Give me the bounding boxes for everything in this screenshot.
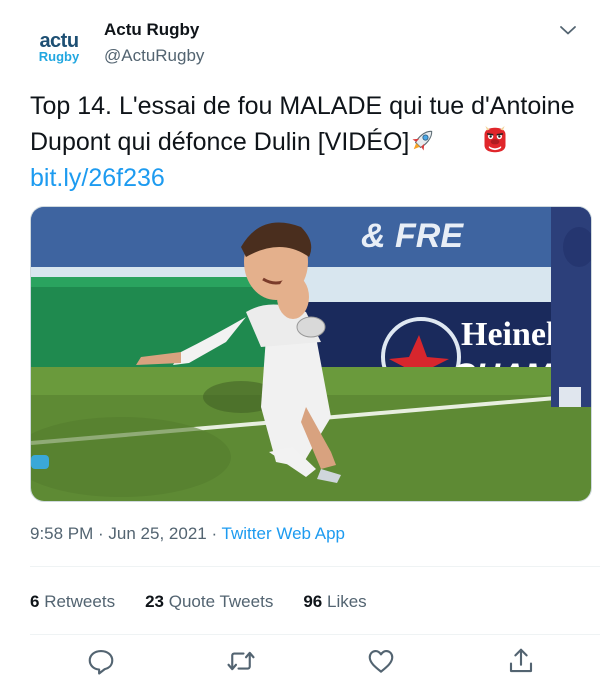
tweet-source[interactable]: Twitter Web App [222, 524, 345, 543]
rocket-emoji [412, 130, 433, 151]
retweets-stat[interactable]: 6 Retweets [30, 592, 115, 612]
avatar[interactable]: actu Rugby [30, 18, 88, 76]
tweet-link[interactable]: bit.ly/26f236 [30, 164, 165, 192]
quote-tweets-stat[interactable]: 23 Quote Tweets [145, 592, 273, 612]
sponsor-text-1: Heinel [461, 316, 555, 353]
avatar-logo-text-bottom: Rugby [38, 49, 80, 64]
likes-count: 96 [303, 592, 323, 611]
banner-text: & FRE [361, 217, 464, 255]
quotes-count: 23 [145, 592, 164, 611]
meta-separator-2: · [206, 524, 222, 543]
author-names: Actu Rugby @ActuRugby [104, 20, 204, 66]
retweet-icon[interactable] [226, 646, 256, 676]
meta-separator-1: · [93, 524, 109, 543]
tweet-time[interactable]: 9:58 PM [30, 524, 93, 543]
tweet-actions [30, 646, 590, 686]
like-icon[interactable] [366, 646, 396, 676]
retweets-label: Retweets [44, 592, 116, 611]
divider [30, 566, 600, 567]
display-name[interactable]: Actu Rugby [104, 20, 204, 40]
quotes-label: Quote Tweets [168, 592, 274, 611]
video-thumbnail[interactable]: & FRE Heinel CHAM [30, 206, 592, 502]
likes-stat[interactable]: 96 Likes [303, 592, 366, 612]
tweet-text: Top 14. L'essai de fou MALADE qui tue d'… [30, 88, 590, 196]
retweets-count: 6 [30, 592, 40, 611]
reply-icon[interactable] [86, 646, 116, 676]
tweet-timestamp: 9:58 PM · Jun 25, 2021 · Twitter Web App [30, 524, 345, 544]
user-handle[interactable]: @ActuRugby [104, 46, 204, 66]
share-icon[interactable] [506, 646, 536, 676]
goblin-emoji [484, 126, 506, 153]
tweet-stats: 6 Retweets 23 Quote Tweets 96 Likes [30, 592, 367, 612]
video-frame: & FRE Heinel CHAM [31, 207, 591, 501]
avatar-logo-text-top: actu [39, 30, 79, 52]
tweet-date[interactable]: Jun 25, 2021 [108, 524, 206, 543]
likes-label: Likes [326, 592, 367, 611]
tweet-header: actu Rugby Actu Rugby @ActuRugby [30, 18, 580, 78]
divider [30, 634, 600, 635]
chevron-down-icon[interactable] [556, 18, 580, 42]
